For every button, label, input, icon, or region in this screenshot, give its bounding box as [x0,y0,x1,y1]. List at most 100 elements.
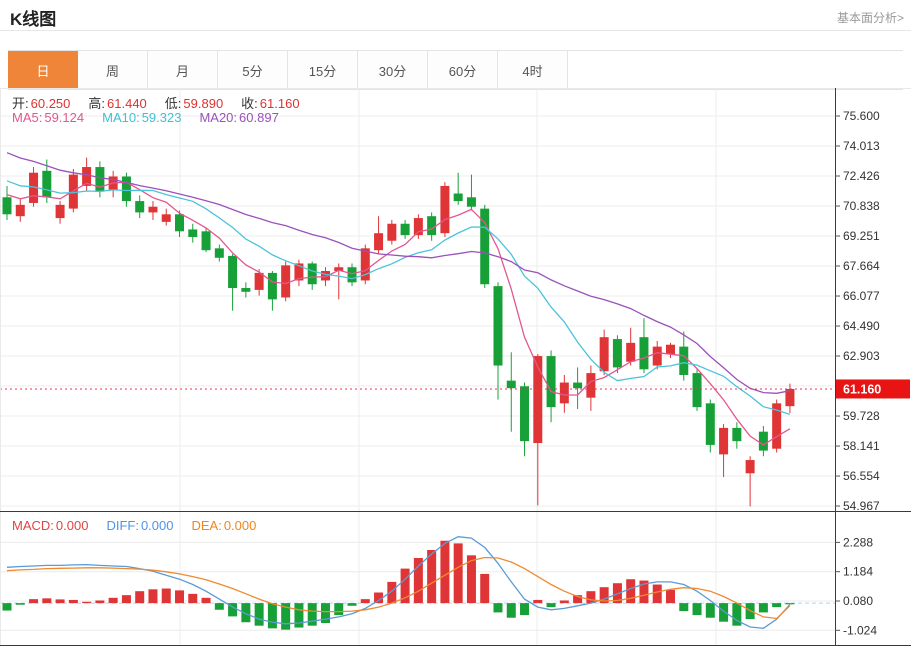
price-axis-label: 64.490 [843,319,880,333]
macd-bar [148,589,157,603]
ma-item: MA20:60.897 [199,110,278,125]
price-axis-label: 66.077 [843,289,880,303]
candle-body [666,345,675,354]
candle-body [148,207,157,213]
candle-body [215,248,224,257]
candle-body [162,214,171,222]
candle-body [560,383,569,404]
macd-bar [29,599,38,603]
macd-bar [785,603,794,604]
candle-body [600,337,609,371]
candle-body [228,256,237,288]
candle-body [533,356,542,443]
candle-body [427,216,436,235]
candle-body [520,386,529,441]
ma5-line [7,182,790,445]
macd-bar [759,603,768,612]
candle-body [454,194,463,202]
ohlc-item: 低:59.890 [165,96,223,111]
macd-bar [175,590,184,603]
macd-bar [109,598,118,603]
kline-panel: K线图 基本面分析> 日周月5分15分30分60分4时 开:60.250高:61… [0,0,911,647]
candle-body [16,205,25,216]
macd-bar [294,603,303,627]
macd-bar [626,579,635,603]
macd-bar [42,598,51,603]
ma10-line [7,181,790,415]
current-price-tag-label: 61.160 [843,382,881,396]
macd-bar [3,603,12,610]
candle-body [255,273,264,290]
macd-bar [693,603,702,615]
macd-bar [679,603,688,611]
candle-body [202,231,211,250]
price-axis-label: 54.967 [843,499,880,513]
macd-axis-label: 1.184 [843,565,873,579]
candle-body [387,224,396,241]
macd-bar [387,582,396,603]
macd-bar [255,603,264,626]
candle-body [706,403,715,445]
macd-bar [82,602,91,603]
candle-body [122,176,131,201]
candle-body [759,432,768,451]
macd-bar [507,603,516,618]
candle-body [308,263,317,284]
price-axis-label: 72.426 [843,169,880,183]
candle-body [440,186,449,233]
ohlc-item: 开:60.250 [12,96,70,111]
macd-bar [772,603,781,607]
macd-bar [719,603,728,622]
price-axis-label: 62.903 [843,349,880,363]
candle-body [401,224,410,235]
candle-body [746,460,755,473]
macd-bar [493,603,502,612]
macd-bar [414,558,423,603]
ma-legend: MA5:59.124MA10:59.323MA20:60.897 [12,110,297,125]
candle-body [573,383,582,389]
candle-body [95,167,104,192]
macd-bar [268,603,277,628]
macd-bar [480,574,489,603]
price-axis-label: 59.728 [843,409,880,423]
macd-bar [666,590,675,603]
candle-body [693,373,702,407]
candle-body [653,347,662,366]
macd-item: DEA:0.000 [191,518,256,533]
macd-bar [586,591,595,603]
price-axis-label: 75.600 [843,109,880,123]
macd-bar [520,603,529,615]
macd-item: DIFF:0.000 [106,518,173,533]
candle-body [493,286,502,365]
price-axis-label: 74.013 [843,139,880,153]
candle-body [241,288,250,292]
macd-axis-label: -1.024 [843,623,877,637]
ohlc-item: 高:61.440 [88,96,146,111]
macd-bar [334,603,343,615]
price-axis-label: 67.664 [843,259,880,273]
candle-body [3,197,12,214]
price-axis-label: 56.554 [843,469,880,483]
candle-body [613,339,622,367]
macd-bar [348,603,357,606]
macd-bar [69,600,78,603]
macd-bar [122,595,131,603]
macd-axis-label: 0.080 [843,594,873,608]
candle-body [732,428,741,441]
diff-line [7,537,790,629]
candle-body [56,205,65,218]
macd-bar [653,585,662,604]
candle-body [348,267,357,282]
price-axis-label: 70.838 [843,199,880,213]
macd-bar [361,599,370,603]
macd-item: MACD:0.000 [12,518,88,533]
candle-body [175,214,184,231]
macd-bar [188,594,197,603]
macd-bar [308,603,317,626]
macd-bar [16,603,25,605]
macd-bar [202,598,211,603]
macd-legend: MACD:0.000 DIFF:0.000 DEA:0.000 [12,518,274,533]
candle-body [507,381,516,389]
candle-body [374,233,383,250]
price-axis-label: 69.251 [843,229,880,243]
